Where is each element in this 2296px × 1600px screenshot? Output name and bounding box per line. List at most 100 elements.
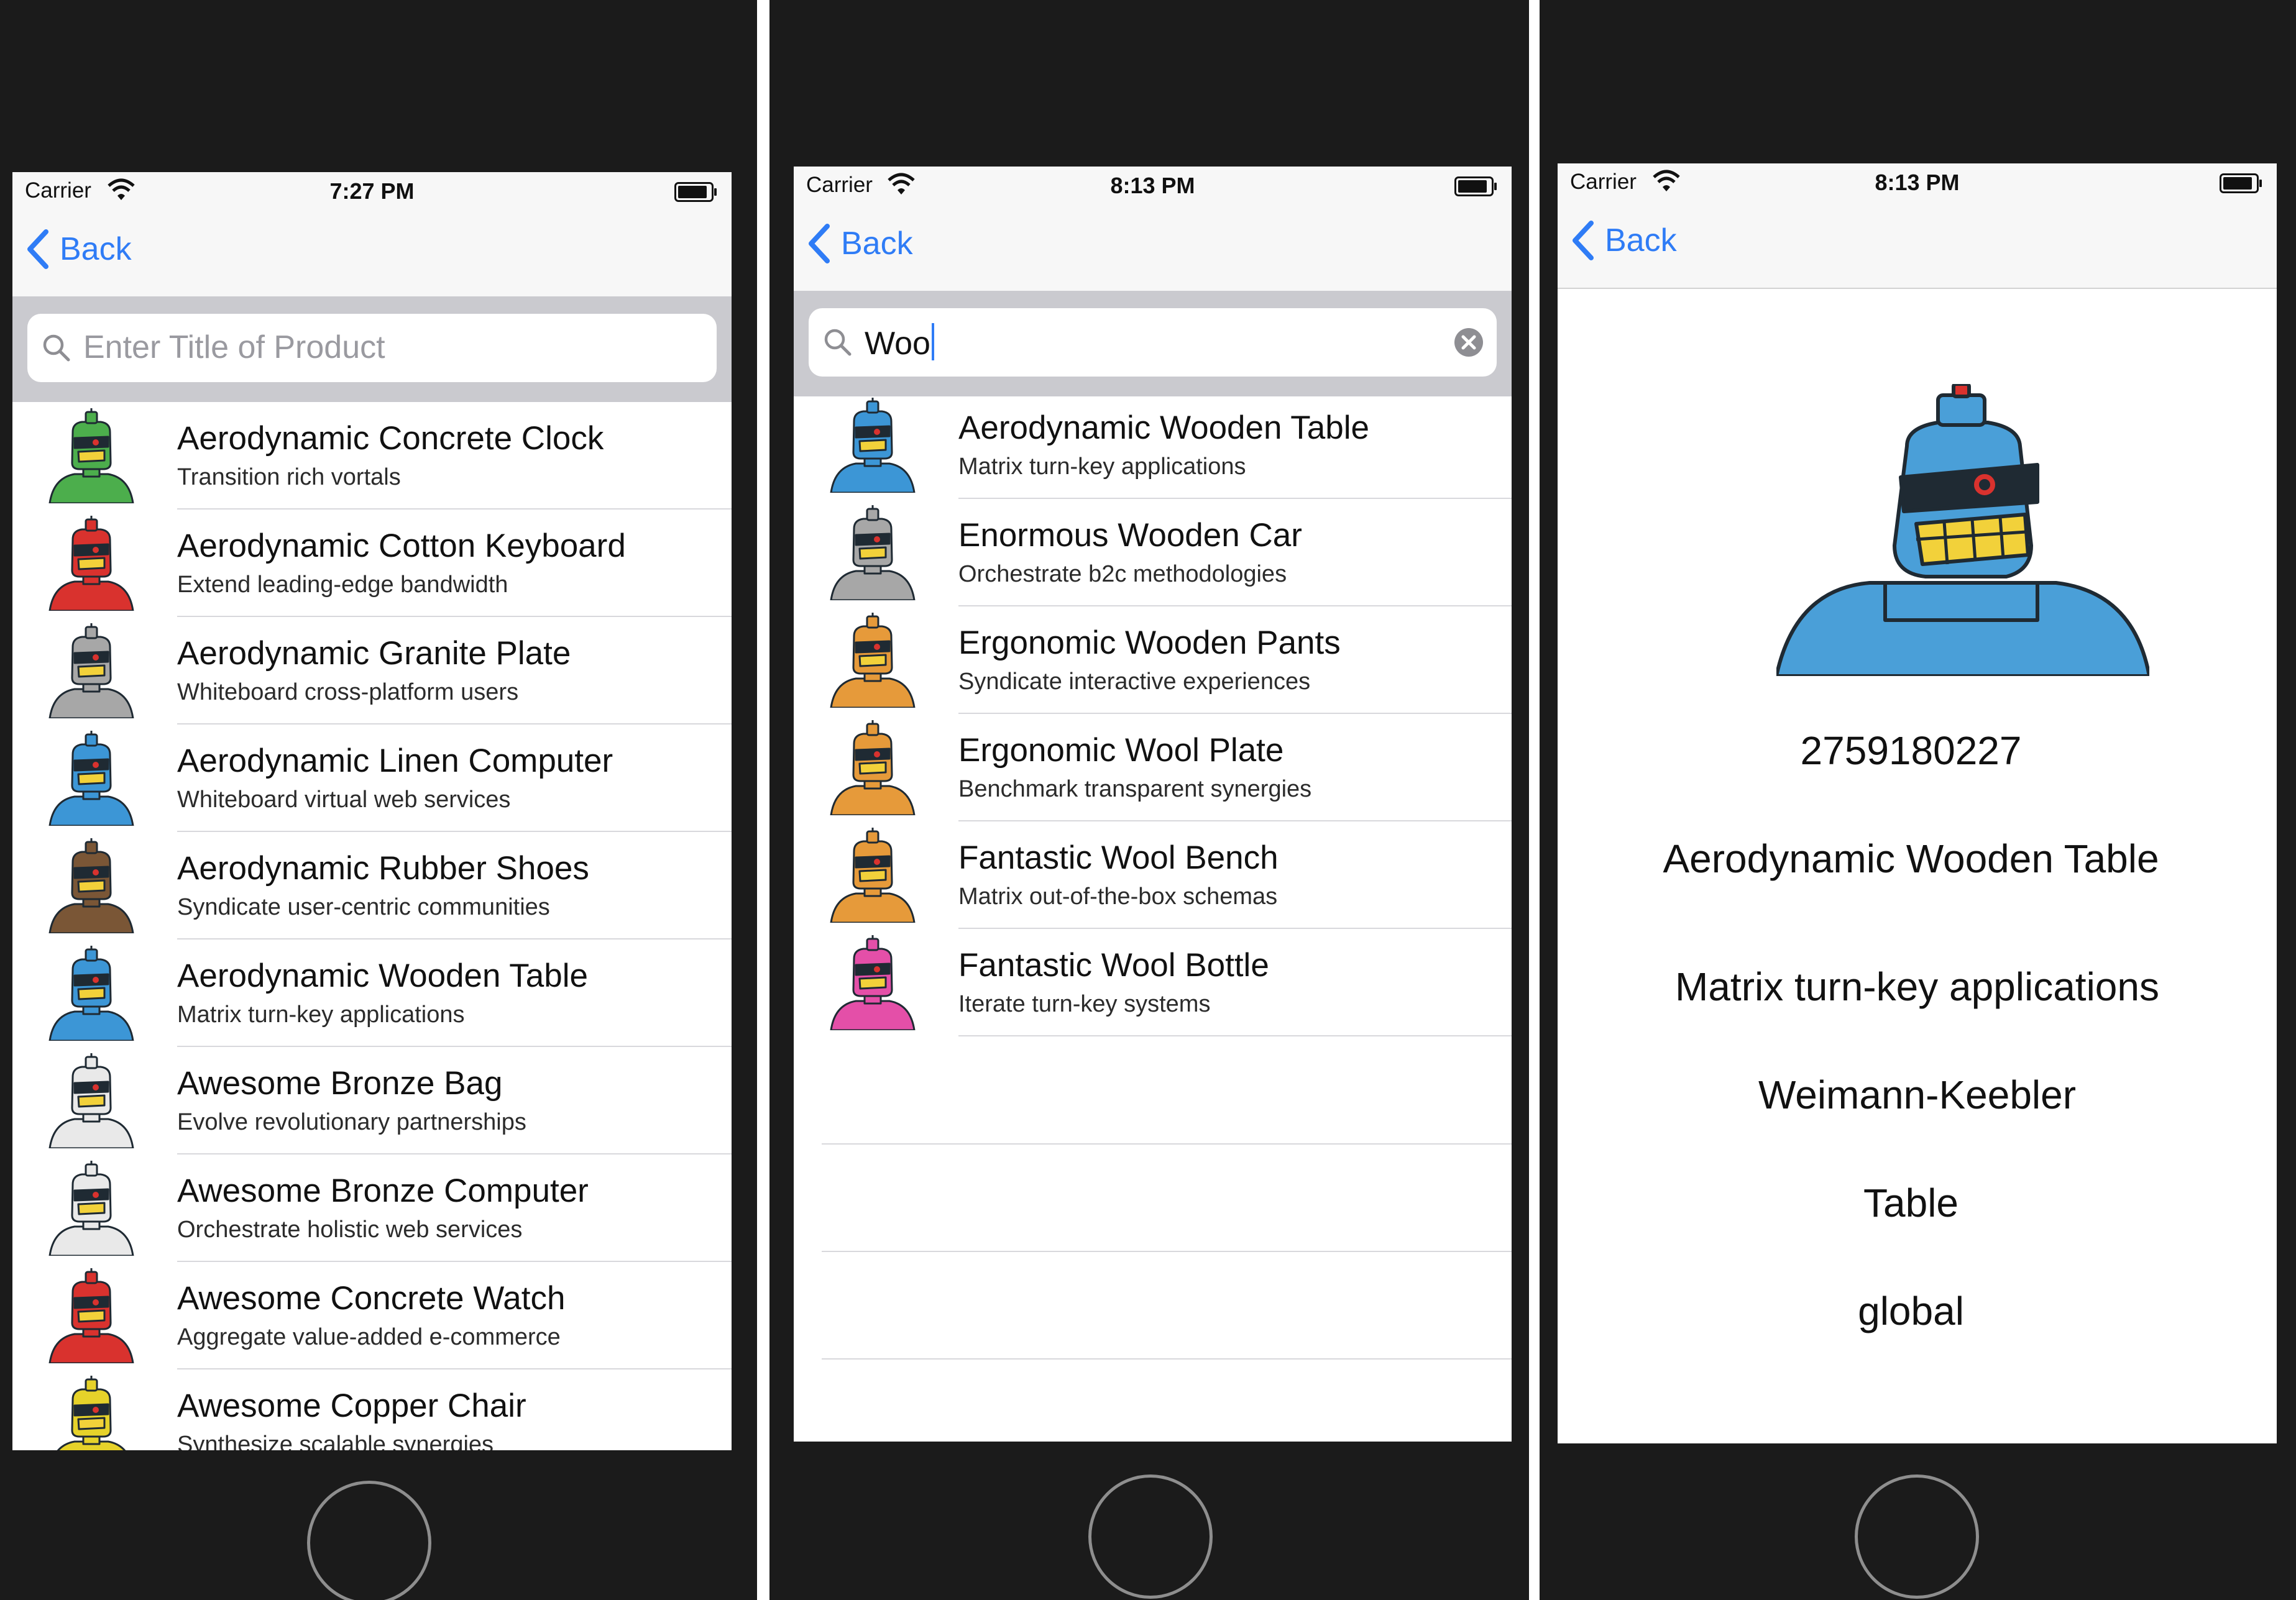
item-subtitle: Orchestrate b2c methodologies — [958, 561, 1287, 587]
product-list-screen: Carrier 7:27 PM Back Enter Title of Prod… — [12, 172, 732, 1450]
item-title: Aerodynamic Granite Plate — [177, 635, 571, 672]
home-button[interactable] — [1855, 1474, 1979, 1599]
list-item[interactable]: Aerodynamic Rubber Shoes Syndicate user-c… — [12, 832, 732, 939]
item-title: Awesome Copper Chair — [177, 1387, 526, 1424]
navigation-bar: Back — [12, 209, 732, 298]
item-title: Awesome Bronze Computer — [177, 1173, 589, 1209]
robot-avatar-icon — [45, 623, 138, 720]
item-title: Fantastic Wool Bottle — [958, 947, 1269, 984]
chevron-left-icon — [809, 224, 830, 263]
back-button[interactable]: Back — [1571, 221, 1677, 260]
chevron-left-icon — [27, 229, 48, 269]
robot-avatar-icon — [826, 613, 919, 709]
home-button[interactable] — [1088, 1474, 1213, 1599]
item-subtitle: Matrix turn-key applications — [958, 454, 1246, 480]
status-bar: Carrier 8:13 PM — [794, 167, 1512, 204]
home-button[interactable] — [307, 1481, 431, 1600]
battery-icon — [674, 182, 717, 202]
battery-icon — [1454, 176, 1497, 196]
search-placeholder: Enter Title of Product — [83, 329, 385, 365]
item-title: Fantastic Wool Bench — [958, 839, 1279, 876]
item-subtitle: Extend leading-edge bandwidth — [177, 572, 508, 598]
product-company: Weimann-Keebler — [1758, 1072, 2077, 1117]
item-title: Awesome Concrete Watch — [177, 1280, 566, 1317]
list-item[interactable]: Aerodynamic Concrete Clock Transition ric… — [12, 402, 732, 510]
item-title: Ergonomic Wool Plate — [958, 732, 1284, 769]
search-icon — [824, 329, 852, 356]
robot-avatar-icon — [45, 1053, 138, 1150]
list-item[interactable]: Fantastic Wool Bottle Iterate turn-key sy… — [794, 929, 1512, 1036]
clear-search-icon[interactable] — [1453, 327, 1484, 358]
robot-avatar-icon — [45, 408, 138, 505]
empty-row-separator — [822, 1358, 1512, 1360]
product-scope: global — [1858, 1289, 1964, 1333]
robot-avatar-icon — [826, 505, 919, 601]
robot-avatar-icon — [45, 946, 138, 1042]
list-item[interactable]: Aerodynamic Cotton Keyboard Extend leadin… — [12, 510, 732, 617]
product-id: 2759180227 — [1800, 728, 2022, 773]
list-item[interactable]: Awesome Copper Chair Synthesize scalable … — [12, 1369, 732, 1450]
product-title: Aerodynamic Wooden Table — [1663, 836, 2159, 881]
robot-avatar-icon — [45, 1268, 138, 1365]
item-subtitle: Whiteboard virtual web services — [177, 787, 511, 813]
list-item[interactable]: Aerodynamic Granite Plate Whiteboard cros… — [12, 617, 732, 725]
item-subtitle: Transition rich vortals — [177, 464, 401, 490]
list-item[interactable]: Awesome Bronze Computer Orchestrate holis… — [12, 1154, 732, 1262]
robot-avatar-icon — [45, 731, 138, 827]
item-title: Aerodynamic Wooden Table — [958, 409, 1369, 446]
search-value: Woo — [865, 323, 934, 362]
list-item[interactable]: Enormous Wooden Car Orchestrate b2c metho… — [794, 499, 1512, 606]
item-title: Aerodynamic Linen Computer — [177, 743, 613, 779]
product-description: Matrix turn-key applications — [1675, 964, 2159, 1009]
item-subtitle: Orchestrate holistic web services — [177, 1217, 523, 1243]
item-title: Enormous Wooden Car — [958, 517, 1302, 554]
search-bar: Woo — [794, 291, 1512, 396]
search-results-screen: Carrier 8:13 PM Back Woo Aerodynamic Woo… — [794, 167, 1512, 1442]
robot-avatar-icon — [45, 1161, 138, 1257]
status-time: 8:13 PM — [1875, 170, 1960, 195]
list-item[interactable]: Aerodynamic Wooden Table Matrix turn-key … — [794, 391, 1512, 499]
status-time: 7:27 PM — [329, 178, 415, 204]
product-category: Table — [1863, 1181, 1958, 1225]
row-separator — [958, 1035, 1512, 1036]
list-item[interactable]: Ergonomic Wooden Pants Syndicate interact… — [794, 606, 1512, 714]
list-item[interactable]: Aerodynamic Wooden Table Matrix turn-key … — [12, 939, 732, 1047]
item-subtitle: Syndicate user-centric communities — [177, 894, 550, 920]
robot-avatar-icon — [826, 828, 919, 924]
back-label: Back — [60, 231, 132, 267]
list-item[interactable]: Awesome Concrete Watch Aggregate value-ad… — [12, 1262, 732, 1369]
back-button[interactable]: Back — [26, 229, 132, 269]
item-title: Aerodynamic Cotton Keyboard — [177, 528, 626, 564]
item-subtitle: Matrix out-of-the-box schemas — [958, 884, 1278, 910]
robot-avatar-icon — [45, 516, 138, 612]
phone-frame-2: Carrier 8:13 PM Back Woo Aerodynamic Woo… — [769, 0, 1529, 1600]
search-query-text: Woo — [865, 326, 930, 362]
item-subtitle: Whiteboard cross-platform users — [177, 679, 519, 705]
item-title: Aerodynamic Rubber Shoes — [177, 850, 589, 887]
phone-frame-3: Carrier 8:13 PM Back 2759180227 Aerodyna… — [1540, 0, 2296, 1600]
item-subtitle: Synthesize scalable synergies — [177, 1432, 494, 1450]
navigation-bar: Back — [1558, 201, 2277, 289]
search-input[interactable]: Enter Title of Product — [27, 314, 717, 382]
status-bar: Carrier 8:13 PM — [1558, 163, 2277, 201]
back-label: Back — [1605, 222, 1677, 258]
chevron-left-icon — [1573, 221, 1594, 260]
phone-frame-1: Carrier 7:27 PM Back Enter Title of Prod… — [0, 0, 757, 1600]
search-input[interactable]: Woo — [809, 308, 1497, 377]
item-subtitle: Matrix turn-key applications — [177, 1002, 465, 1028]
status-time: 8:13 PM — [1110, 173, 1195, 198]
back-button[interactable]: Back — [807, 224, 913, 263]
item-title: Aerodynamic Wooden Table — [177, 958, 588, 994]
robot-avatar-icon — [45, 1376, 138, 1450]
item-title: Aerodynamic Concrete Clock — [177, 420, 604, 457]
list-item[interactable]: Aerodynamic Linen Computer Whiteboard vir… — [12, 725, 732, 832]
list-item[interactable]: Ergonomic Wool Plate Benchmark transparen… — [794, 714, 1512, 821]
list-item[interactable]: Awesome Bronze Bag Evolve revolutionary p… — [12, 1047, 732, 1154]
list-item[interactable]: Fantastic Wool Bench Matrix out-of-the-bo… — [794, 821, 1512, 929]
status-bar: Carrier 7:27 PM — [12, 172, 732, 209]
battery-icon — [2220, 173, 2262, 193]
item-subtitle: Syndicate interactive experiences — [958, 669, 1311, 695]
item-title: Ergonomic Wooden Pants — [958, 624, 1341, 661]
robot-avatar-icon — [826, 935, 919, 1031]
robot-avatar-icon — [826, 720, 919, 816]
